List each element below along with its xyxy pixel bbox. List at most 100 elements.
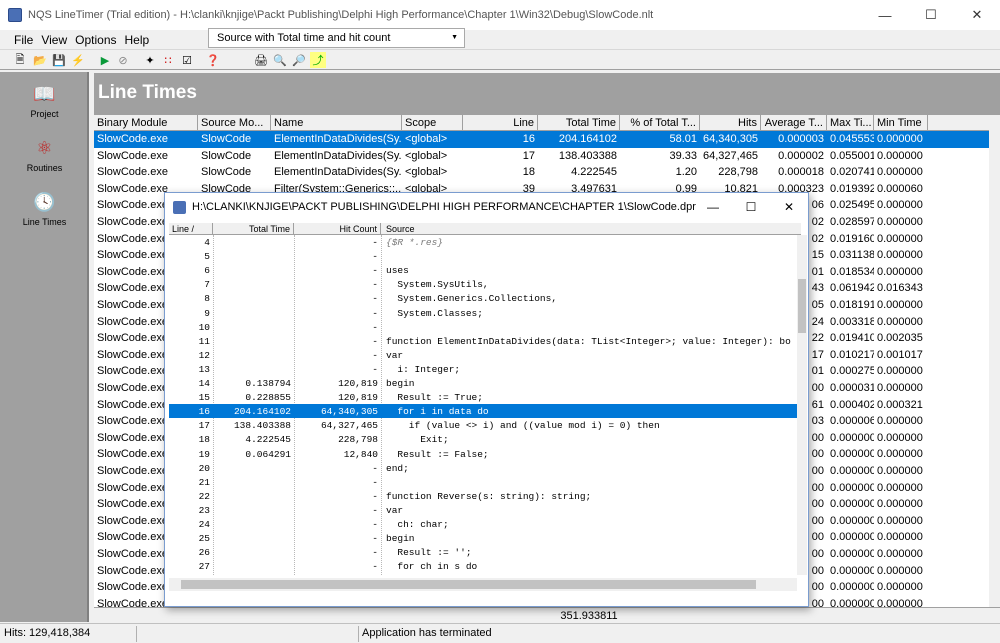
table-cell: 0.000000 (877, 166, 923, 179)
source-line-hits: - (372, 519, 378, 530)
table-row[interactable]: SlowCode.exe SlowCode ElementInDataDivides… (94, 131, 989, 148)
wand-icon[interactable]: ✦ (142, 52, 158, 68)
source-line[interactable]: 21 - (169, 475, 797, 489)
source-line[interactable]: 15 0.228855 120,819 Result := True; (169, 390, 797, 404)
scroll-thumb[interactable] (181, 580, 756, 589)
source-line[interactable]: 12 - var (169, 348, 797, 362)
table-cell: 0.000000 (830, 448, 874, 461)
col-hits[interactable]: Hits (700, 115, 761, 131)
sidebar-item-routines[interactable]: ⚛ Routines (0, 136, 89, 174)
view-mode-select[interactable]: Source with Total time and hit count ▼ (208, 28, 465, 48)
source-horizontal-scrollbar[interactable] (169, 578, 797, 591)
source-line[interactable]: 24 - ch: char; (169, 517, 797, 531)
scroll-thumb[interactable] (798, 279, 806, 333)
close-icon[interactable]: ✕ (954, 0, 1000, 30)
source-line[interactable]: 11 - function ElementInDataDivides(data: T… (169, 334, 797, 348)
col-total-time[interactable]: Total Time (538, 115, 620, 131)
source-line-line: 16 (198, 406, 210, 418)
zoom-out-icon[interactable]: 🔎 (291, 52, 307, 68)
close-icon[interactable]: ✕ (770, 193, 808, 221)
sidebar-item-project[interactable]: 📖 Project (0, 82, 89, 120)
source-line[interactable]: 20 - end; (169, 461, 797, 475)
col-total-time[interactable]: Total Time (214, 223, 294, 235)
maximize-icon[interactable]: ☐ (732, 193, 770, 221)
col-source[interactable]: Source (383, 223, 801, 235)
maximize-icon[interactable]: ☐ (908, 0, 954, 30)
menu-help[interactable]: Help (125, 33, 150, 47)
table-row[interactable]: SlowCode.exe SlowCode ElementInDataDivides… (94, 148, 989, 165)
menu-view[interactable]: View (41, 33, 67, 47)
source-vertical-scrollbar[interactable] (797, 235, 807, 575)
source-line-src: end; (386, 462, 409, 474)
source-line-src: function ElementInDataDivides(data: TLis… (386, 335, 791, 347)
table-cell: 0.000000 (877, 498, 923, 511)
zoom-in-icon[interactable]: 🔍 (272, 52, 288, 68)
source-line[interactable]: 7 - System.SysUtils, (169, 277, 797, 291)
table-cell: 0.045553 (830, 133, 874, 145)
source-line-src: begin (386, 533, 415, 545)
table-cell: 228,798 (718, 166, 758, 179)
source-line-hits: - (372, 462, 378, 474)
source-line[interactable]: 9 - System.Classes; (169, 306, 797, 320)
col-binary-module[interactable]: Binary Module (94, 115, 198, 131)
source-line[interactable]: 14 0.138794 120,819 begin (169, 376, 797, 390)
run-icon[interactable]: ▶ (97, 52, 113, 68)
source-line[interactable]: 8 - System.Generics.Collections, (169, 291, 797, 305)
menu-file[interactable]: File (14, 33, 33, 47)
col-max-time[interactable]: Max Ti... (827, 115, 874, 131)
col-avg-time[interactable]: Average T... (761, 115, 827, 131)
col-name[interactable]: Name (271, 115, 402, 131)
col-line[interactable]: Line / (169, 223, 213, 235)
source-line-hits: - (372, 504, 378, 516)
col-hit-count[interactable]: Hit Count (295, 223, 381, 235)
app-title-bar: NQS LineTimer (Trial edition) - H:\clank… (0, 0, 1000, 30)
source-line[interactable]: 19 0.064291 12,840 Result := False; (169, 447, 797, 461)
source-line[interactable]: 13 - i: Integer; (169, 362, 797, 376)
source-line-time: 138.403388 (233, 420, 291, 432)
col-min-time[interactable]: Min Time (874, 115, 928, 131)
sidebar-item-line-times[interactable]: 🕓 Line Times (0, 190, 89, 228)
exit-run-icon[interactable]: ⤴ (310, 52, 326, 68)
new-file-icon[interactable]: 🗎 (12, 52, 28, 68)
source-line[interactable]: 18 4.222545 228,798 Exit; (169, 432, 797, 446)
checklist-icon[interactable]: ☑ (179, 52, 195, 68)
source-line[interactable]: 10 - (169, 320, 797, 334)
source-line-hits: - (372, 237, 378, 248)
table-scrollbar[interactable] (989, 131, 1000, 607)
source-line-src (383, 320, 797, 334)
source-line[interactable]: 22 - function Reverse(s: string): string; (169, 489, 797, 503)
table-cell: 0.000000 (877, 548, 923, 560)
open-folder-icon[interactable]: 📂 (32, 52, 48, 68)
source-line[interactable]: 6 - uses (169, 263, 797, 277)
molecule-icon: ⚛ (36, 137, 53, 158)
table-cell: 39.33 (669, 149, 697, 162)
help-icon[interactable]: ❓ (205, 52, 221, 68)
source-line[interactable]: 5- (169, 249, 797, 263)
col-pct-total[interactable]: % of Total T... (620, 115, 700, 131)
col-source-module[interactable]: Source Mo... (198, 115, 271, 131)
source-line[interactable]: 27 - for ch in s do (169, 559, 797, 573)
col-scope[interactable]: Scope (402, 115, 463, 131)
source-line-line: 13 (198, 363, 210, 375)
source-line[interactable]: 16 204.164102 64,340,305 for i in data do (169, 404, 797, 419)
source-line[interactable]: 25 - begin (169, 531, 797, 545)
source-line[interactable]: 23 - var (169, 503, 797, 517)
menu-options[interactable]: Options (75, 33, 116, 47)
source-line-src: i: Integer; (386, 363, 461, 375)
save-icon[interactable]: 💾 (51, 52, 67, 68)
col-line[interactable]: Line (463, 115, 538, 131)
source-line[interactable]: 17 138.403388 64,327,465 if (value <> i) a… (169, 418, 797, 432)
lightning-icon[interactable]: ⚡ (70, 52, 86, 68)
source-line-line: 8 (204, 293, 210, 305)
source-line[interactable]: 26 - Result := ''; (169, 545, 797, 559)
source-window-title: H:\CLANKI\KNJIGE\PACKT PUBLISHING\DELPHI… (192, 201, 696, 213)
minimize-icon[interactable]: — (694, 193, 732, 221)
table-row[interactable]: SlowCode.exe SlowCode ElementInDataDivides… (94, 164, 989, 181)
source-line[interactable]: 4 - {$R *.res} (169, 235, 797, 249)
print-icon[interactable]: 🖨 (253, 52, 269, 68)
source-line-time (214, 249, 294, 263)
stop-icon[interactable]: ⊘ (115, 52, 131, 68)
minimize-icon[interactable]: — (862, 0, 908, 30)
table-cell: 0.025495 (830, 199, 874, 212)
grid-dots-icon[interactable]: ∷ (160, 52, 176, 68)
